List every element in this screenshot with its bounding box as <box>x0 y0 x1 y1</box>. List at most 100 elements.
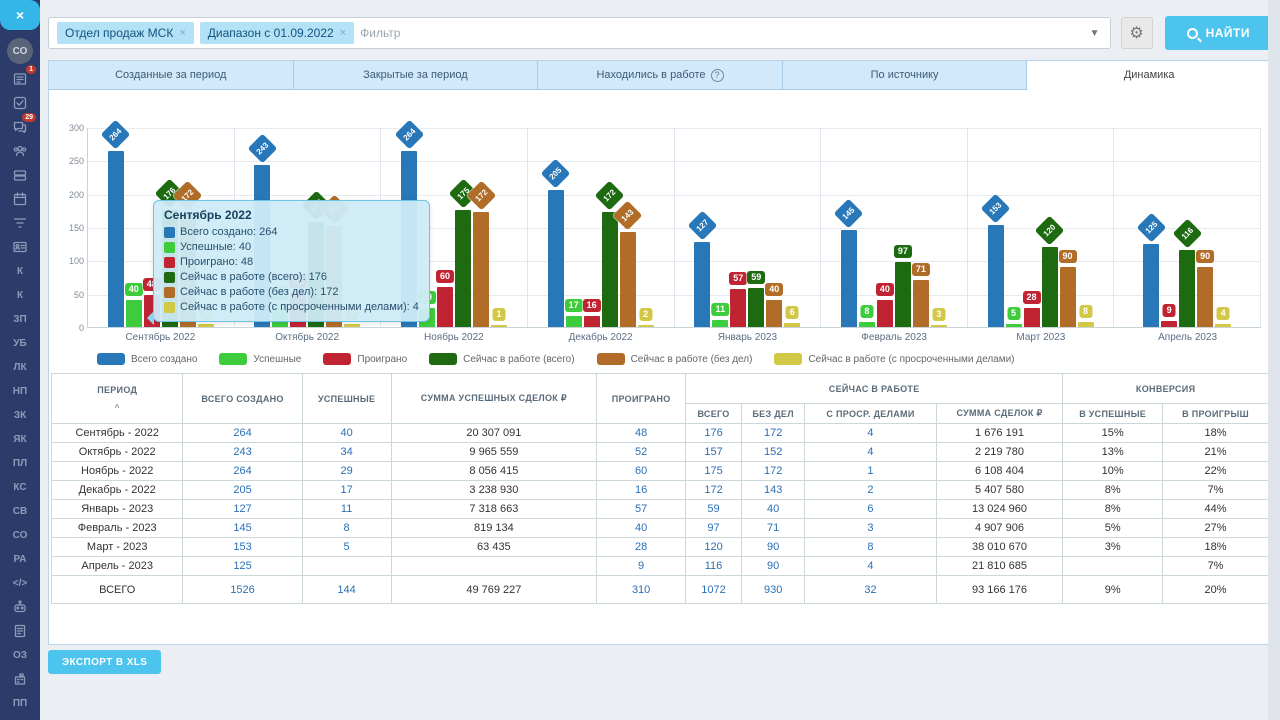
bar-всего-создано[interactable]: 205 <box>548 190 564 327</box>
bar-успешные[interactable]: 8 <box>859 322 875 327</box>
column-header-no-tasks[interactable]: БЕЗ ДЕЛ <box>742 404 805 424</box>
column-header-conv-lost[interactable]: В ПРОИГРЫШ <box>1163 404 1269 424</box>
legend-item[interactable]: Сейчас в работе (с просроченными делами) <box>774 353 1014 365</box>
bar-сейчас-в-работе-без-дел-[interactable]: 143 <box>620 232 636 327</box>
bar-сейчас-в-работе-с-просроченными-делами-[interactable]: 4 <box>1215 324 1231 327</box>
bar-всего-создано[interactable]: 125 <box>1143 244 1159 327</box>
sidebar-item-пл[interactable]: ПЛ <box>0 452 40 474</box>
filter-chip[interactable]: Отдел продаж МСК× <box>57 22 194 44</box>
column-header-lost[interactable]: ПРОИГРАНО <box>597 374 686 424</box>
sidebar-news-icon[interactable]: 1 <box>0 68 40 90</box>
help-icon[interactable]: ? <box>711 69 724 82</box>
bar-проиграно[interactable]: 28 <box>1024 308 1040 327</box>
legend-item[interactable]: Сейчас в работе (без дел) <box>597 353 753 365</box>
bar-сейчас-в-работе-с-просроченными-делами-[interactable]: 4 <box>344 324 360 327</box>
chip-remove-icon[interactable]: × <box>340 27 346 39</box>
bar-сейчас-в-работе-с-просроченными-делами-[interactable]: 1 <box>491 325 507 327</box>
column-header-overdue[interactable]: С ПРОСР. ДЕЛАМИ <box>805 404 936 424</box>
bar-проиграно[interactable]: 16 <box>584 316 600 327</box>
table-cell: 152 <box>742 443 805 462</box>
bar-сейчас-в-работе-без-дел-[interactable]: 90 <box>1197 267 1213 327</box>
tab-находились-в-работе[interactable]: Находились в работе? <box>538 61 783 89</box>
sidebar-item-св[interactable]: СВ <box>0 500 40 522</box>
bar-сейчас-в-работе-с-просроченными-делами-[interactable]: 2 <box>638 325 654 327</box>
legend-item[interactable]: Сейчас в работе (всего) <box>429 353 574 365</box>
sidebar-building-icon[interactable] <box>0 668 40 690</box>
sidebar-item-уб[interactable]: УБ <box>0 332 40 354</box>
sidebar-item-к[interactable]: К <box>0 284 40 306</box>
bar-сейчас-в-работе-всего-[interactable]: 97 <box>895 262 911 327</box>
column-header-created[interactable]: ВСЕГО СОЗДАНО <box>183 374 302 424</box>
bar-сейчас-в-работе-всего-[interactable]: 116 <box>1179 250 1195 327</box>
bar-успешные[interactable]: 11 <box>712 320 728 327</box>
sidebar-item-зк[interactable]: ЗК <box>0 404 40 426</box>
bar-сейчас-в-работе-без-дел-[interactable]: 40 <box>766 300 782 327</box>
sidebar-item-нп[interactable]: НП <box>0 380 40 402</box>
column-header-in-work-sum[interactable]: СУММА СДЕЛОК ₽ <box>936 404 1063 424</box>
chip-remove-icon[interactable]: × <box>179 27 185 39</box>
bar-сейчас-в-работе-всего-[interactable]: 175 <box>455 210 471 327</box>
bar-всего-создано[interactable]: 127 <box>694 242 710 327</box>
sidebar-item-со[interactable]: СО <box>0 524 40 546</box>
sidebar-item-кс[interactable]: КС <box>0 476 40 498</box>
user-avatar[interactable]: СО <box>7 38 33 64</box>
search-button[interactable]: НАЙТИ <box>1165 16 1272 50</box>
export-xls-button[interactable]: ЭКСПОРТ В XLS <box>48 650 161 674</box>
bar-сейчас-в-работе-всего-[interactable]: 59 <box>748 288 764 327</box>
sidebar-item-зп[interactable]: ЗП <box>0 308 40 330</box>
sidebar-calendar-icon[interactable] <box>0 188 40 210</box>
tab-динамика[interactable]: Динамика <box>1027 61 1271 90</box>
bar-сейчас-в-работе-без-дел-[interactable]: 172 <box>473 212 489 327</box>
sidebar-chat-icon[interactable]: 29 <box>0 116 40 138</box>
bar-проиграно[interactable]: 9 <box>1161 321 1177 327</box>
legend-item[interactable]: Проиграно <box>323 353 407 365</box>
settings-button[interactable]: ⚙ <box>1121 17 1153 49</box>
filter-chip[interactable]: Диапазон с 01.09.2022× <box>200 22 354 44</box>
legend-item[interactable]: Всего создано <box>97 353 197 365</box>
bar-сейчас-в-работе-с-просроченными-делами-[interactable]: 4 <box>198 324 214 327</box>
sidebar-item-пп[interactable]: ПП <box>0 692 40 714</box>
column-header-period[interactable]: ПЕРИОД ^ <box>52 374 183 424</box>
chevron-down-icon[interactable]: ▼ <box>1090 28 1100 39</box>
table-cell: 18% <box>1163 538 1269 557</box>
tab-созданные-за-период[interactable]: Созданные за период <box>49 61 294 89</box>
bar-сейчас-в-работе-всего-[interactable]: 172 <box>602 212 618 327</box>
legend-item[interactable]: Успешные <box>219 353 301 365</box>
tab-закрытые-за-период[interactable]: Закрытые за период <box>294 61 539 89</box>
bar-сейчас-в-работе-без-дел-[interactable]: 71 <box>913 280 929 327</box>
tab-по-источнику[interactable]: По источнику <box>783 61 1028 89</box>
sidebar-robot-icon[interactable] <box>0 596 40 618</box>
bar-сейчас-в-работе-с-просроченными-делами-[interactable]: 8 <box>1078 322 1094 327</box>
bar-всего-создано[interactable]: 153 <box>988 225 1004 327</box>
bar-успешные[interactable]: 5 <box>1006 324 1022 327</box>
bar-успешные[interactable]: 40 <box>126 300 142 327</box>
filter-input[interactable]: Отдел продаж МСК×Диапазон с 01.09.2022× … <box>48 17 1111 49</box>
bar-всего-создано[interactable]: 145 <box>841 230 857 327</box>
sidebar-item-codecodecode[interactable]: </> <box>0 572 40 594</box>
sidebar-funnel-icon[interactable] <box>0 212 40 234</box>
sidebar-contact-card-icon[interactable] <box>0 236 40 258</box>
sidebar-item-як[interactable]: ЯК <box>0 428 40 450</box>
sidebar-item-лк[interactable]: ЛК <box>0 356 40 378</box>
column-header-successful[interactable]: УСПЕШНЫЕ <box>302 374 391 424</box>
column-header-conv-success[interactable]: В УСПЕШНЫЕ <box>1063 404 1163 424</box>
sidebar-item-ра[interactable]: РА <box>0 548 40 570</box>
bar-проиграно[interactable]: 60 <box>437 287 453 327</box>
bar-успешные[interactable]: 17 <box>566 316 582 327</box>
bar-сейчас-в-работе-с-просроченными-делами-[interactable]: 6 <box>784 323 800 327</box>
sidebar-cards-icon[interactable] <box>0 164 40 186</box>
sidebar-tasks-icon[interactable] <box>0 92 40 114</box>
sidebar-people-icon[interactable] <box>0 140 40 162</box>
column-header-in-work-total[interactable]: ВСЕГО <box>686 404 742 424</box>
column-header-success-sum[interactable]: СУММА УСПЕШНЫХ СДЕЛОК ₽ <box>391 374 597 424</box>
bar-сейчас-в-работе-без-дел-[interactable]: 90 <box>1060 267 1076 327</box>
bar-проиграно[interactable]: 40 <box>877 300 893 327</box>
sidebar-item-оз[interactable]: ОЗ <box>0 644 40 666</box>
bar-проиграно[interactable]: 57 <box>730 289 746 327</box>
sidebar-item-к[interactable]: К <box>0 260 40 282</box>
bar-сейчас-в-работе-всего-[interactable]: 120 <box>1042 247 1058 327</box>
bar-сейчас-в-работе-с-просроченными-делами-[interactable]: 3 <box>931 325 947 327</box>
bar-всего-создано[interactable]: 264 <box>108 151 124 327</box>
sidebar-document-icon[interactable] <box>0 620 40 642</box>
sidebar-collapse-button[interactable]: × <box>0 0 40 30</box>
